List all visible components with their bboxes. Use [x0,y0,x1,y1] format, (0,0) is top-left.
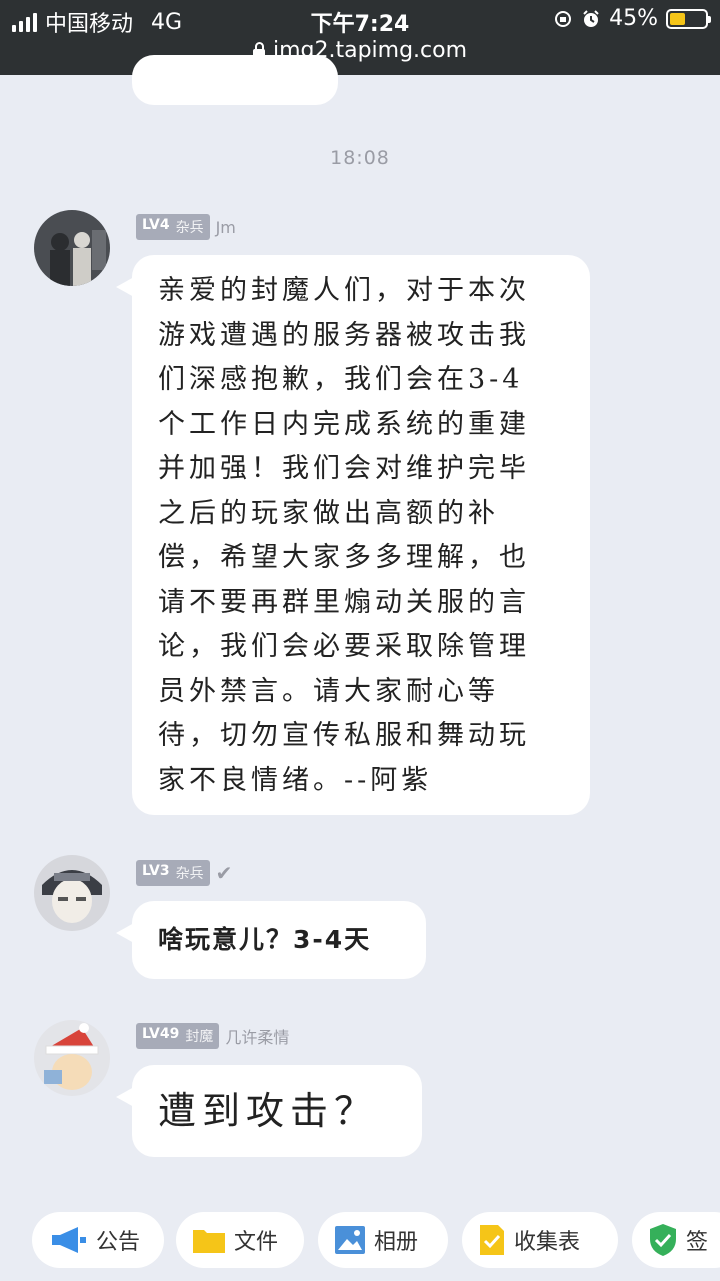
announcement-line: 游戏遭遇的服务器被攻击我 [158,319,530,351]
level-label: LV4 [142,217,170,233]
announcement-label: 公告 [96,1230,141,1255]
reply-text: 啥玩意儿？3-4天 [158,925,372,954]
message-timestamp: 18:08 [330,147,390,169]
level-badge: LV3 杂兵 [136,860,210,886]
form-label: 收集表 [514,1230,581,1255]
files-button[interactable]: 文件 [176,1212,304,1268]
announcement-line: 员外禁言。请大家耐心等 [158,675,499,707]
previous-message-bubble [132,55,338,105]
sender-nickname: Jm [215,217,236,237]
level-badge: LV4 杂兵 [136,214,210,240]
announcement-line: 家不良情绪。--阿紫 [158,764,433,796]
sender-meta: LV4 杂兵 Jm [136,214,236,240]
album-button[interactable]: 相册 [318,1212,448,1268]
reply-message-bubble[interactable]: 啥玩意儿？3-4天 [116,901,426,979]
level-label: LV3 [142,863,170,879]
announcement-button[interactable]: 公告 [32,1212,164,1268]
form-icon [480,1225,504,1255]
user-avatar-photo[interactable] [34,210,110,286]
alarm-icon [583,9,599,27]
announcement-line: 待，切勿宣传私服和舞动玩 [158,720,530,751]
checkin-button[interactable]: 签 [632,1212,720,1268]
chat-area[interactable]: 18:08 LV4 杂兵 Jm 亲爱的封魔人们，对于本次 游戏遭遇的服务器被攻击我… [0,55,720,1281]
question-message-bubble[interactable]: 遭到攻击？ [116,1065,422,1157]
santa-hat-avatar[interactable] [34,1020,110,1096]
announcement-line: 论，我们会必要采取除管理 [158,631,530,662]
orientation-lock-icon [555,10,572,27]
form-button[interactable]: 收集表 [462,1212,618,1268]
announcement-text: 亲爱的封魔人们，对于本次 游戏遭遇的服务器被攻击我 们深感抱歉，我们会在3-4 个工作… [132,255,590,817]
rank-title: 封魔 [185,1029,214,1045]
question-text: 遭到攻击？ [158,1089,379,1133]
url-bar[interactable]: img2.tapimg.com [0,38,720,63]
battery-icon [666,8,711,29]
announcement-line: 亲爱的封魔人们，对于本次 [158,275,530,306]
announcement-line: 个工作日内完成系统的重建 [158,408,530,440]
status-icons: 45% [553,6,711,31]
announcement-message-bubble[interactable]: 亲爱的封魔人们，对于本次 游戏遭遇的服务器被攻击我 们深感抱歉，我们会在3-4 个工作… [116,255,590,817]
megaphone-icon [52,1227,86,1253]
album-label: 相册 [374,1230,419,1255]
group-toolbar: 公告 文件 相册 收集表 签 [0,1198,720,1281]
folder-icon [193,1230,225,1253]
announcement-line: 们深感抱歉，我们会在3-4 [158,364,524,395]
sender-meta: LV3 杂兵 ✔ [136,860,232,886]
sender-nickname: 几许柔情 [225,1028,290,1047]
anime-avatar[interactable] [34,855,110,931]
shield-check-icon [650,1224,676,1256]
photo-icon [335,1226,365,1254]
level-badge: LV49 封魔 [136,1023,220,1049]
announcement-line: 之后的玩家做出高额的补 [158,497,499,529]
announcement-line: 请不要再群里煽动关服的言 [158,586,530,618]
announcement-line: 偿，希望大家多多理解，也 [158,542,530,573]
battery-percent: 45% [609,6,658,31]
verified-check-icon: ✔ [215,861,233,885]
level-label: LV49 [142,1026,180,1042]
announcement-line: 并加强！我们会对维护完毕 [158,453,530,484]
checkin-label: 签 [686,1230,709,1255]
files-label: 文件 [234,1230,279,1255]
rank-title: 杂兵 [175,220,204,236]
sender-meta: LV49 封魔 几许柔情 [136,1023,289,1049]
rank-title: 杂兵 [175,866,204,882]
status-bar: 中国移动 4G 下午7:24 45% img2.tapimg.com [0,0,720,75]
